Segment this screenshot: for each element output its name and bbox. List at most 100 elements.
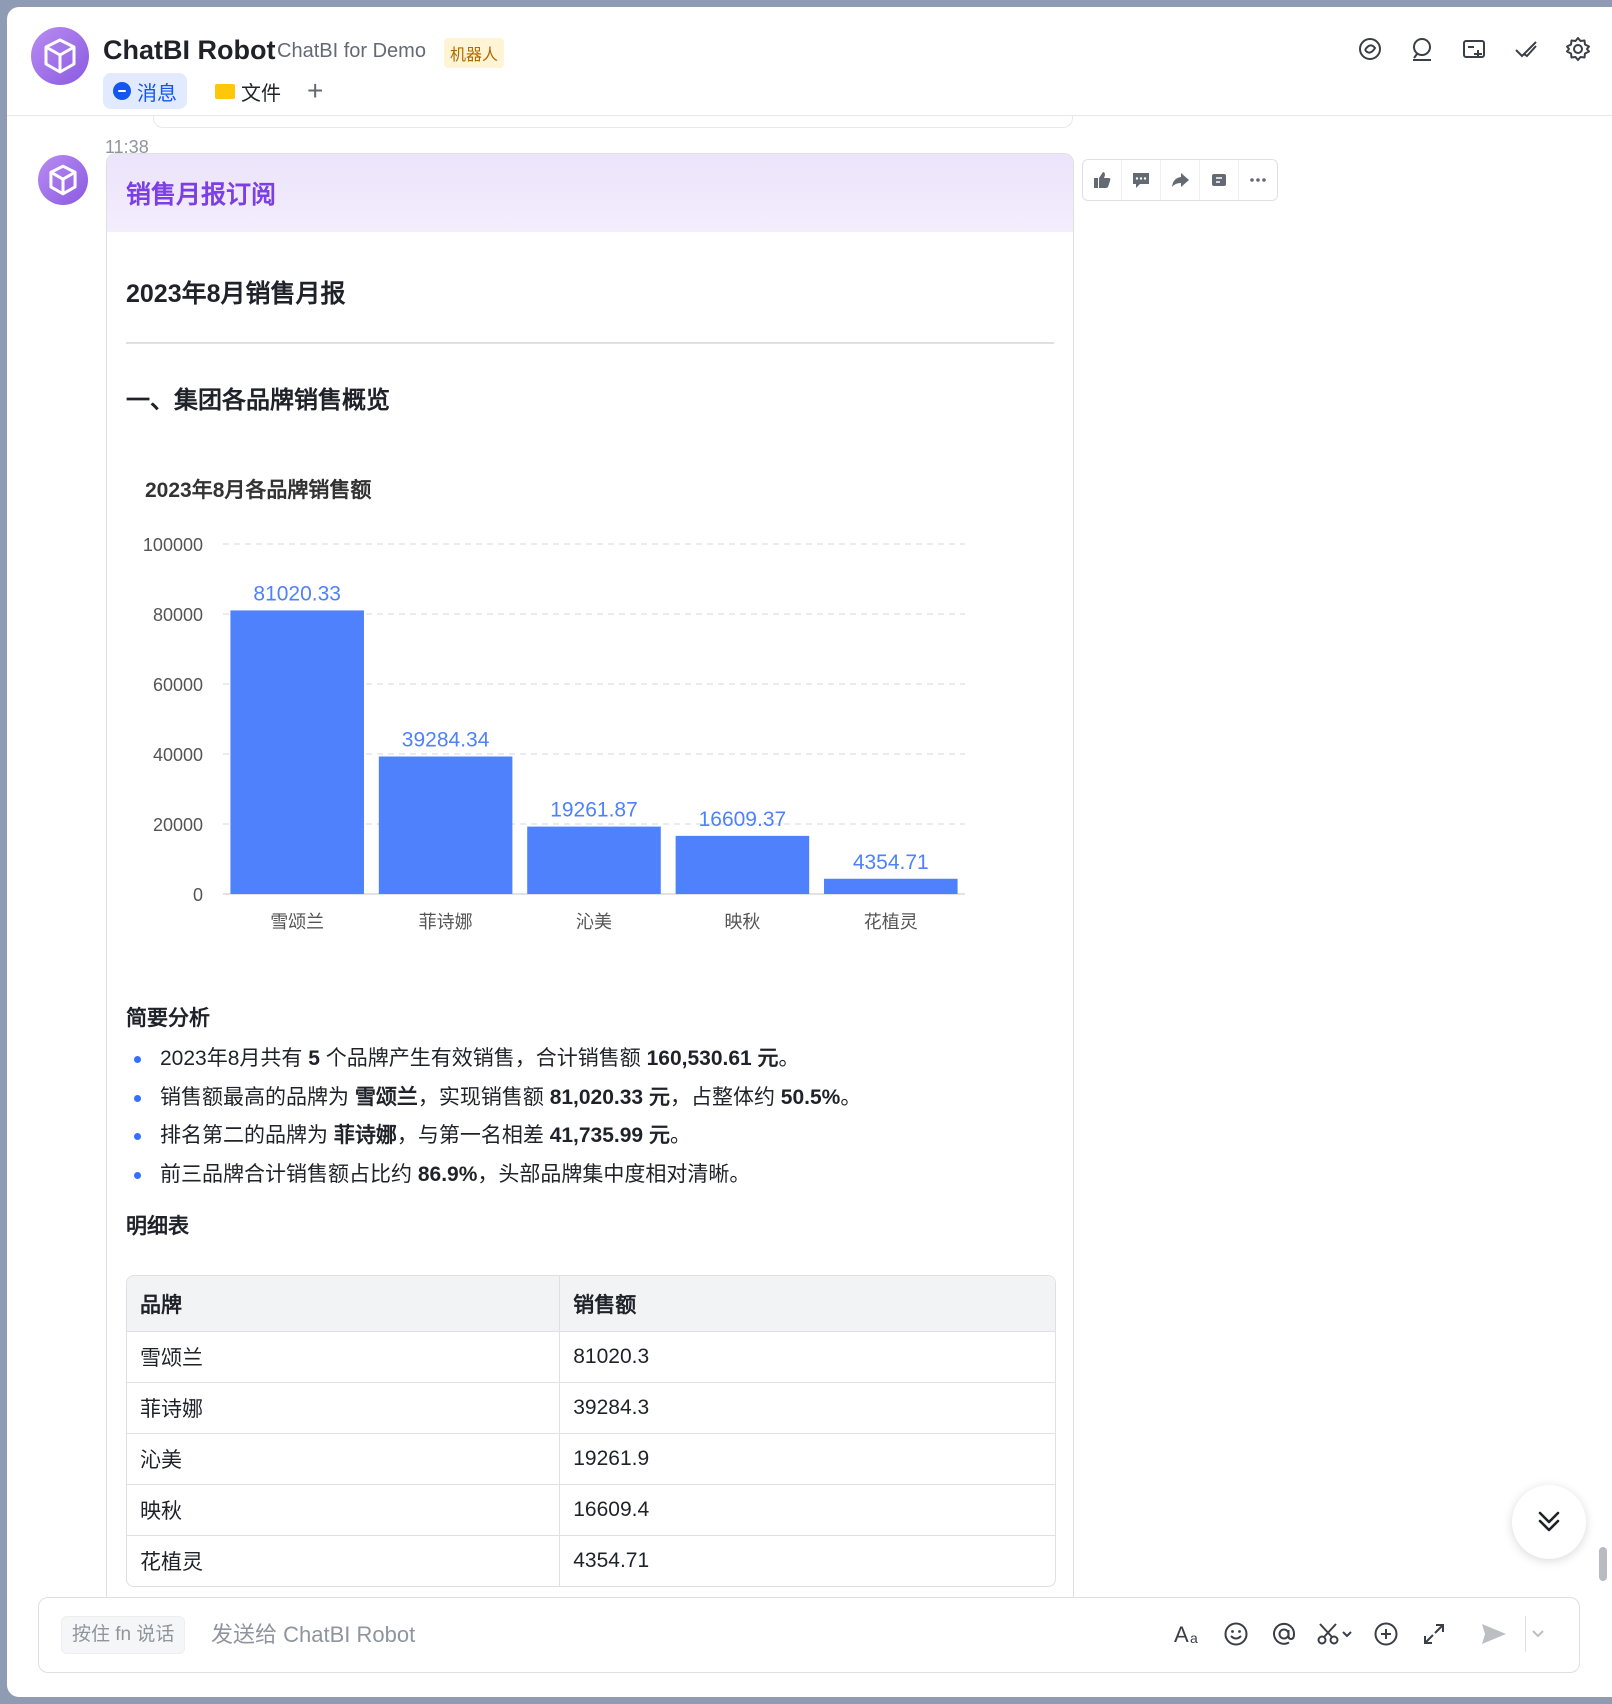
report-card: 销售月报订阅 2023年8月销售月报 一、集团各品牌销售概览 2023年8月各品… bbox=[106, 153, 1074, 1615]
chat-title[interactable]: ChatBI Robot bbox=[103, 35, 275, 66]
y-tick-label: 80000 bbox=[153, 605, 203, 625]
svg-text:a: a bbox=[1190, 1630, 1198, 1646]
message-composer: 按住 fn 说话 Aa bbox=[38, 1597, 1580, 1673]
cell-brand: 雪颂兰 bbox=[127, 1331, 561, 1383]
bar-value-label: 39284.34 bbox=[402, 729, 490, 752]
chat-subtitle: ChatBI for Demo bbox=[277, 40, 426, 62]
bar bbox=[675, 835, 810, 894]
x-tick-label: 映秋 bbox=[724, 912, 760, 932]
message-actions bbox=[1082, 159, 1278, 201]
app-window: ChatBI Robot ChatBI for Demo 机器人 消息 文件 +… bbox=[7, 7, 1612, 1697]
bot-badge: 机器人 bbox=[444, 38, 505, 68]
bar-value-label: 19261.87 bbox=[550, 799, 638, 822]
voice-input-hint[interactable]: 按住 fn 说话 bbox=[61, 1616, 186, 1654]
expand-icon[interactable] bbox=[1417, 1616, 1451, 1652]
previous-message-edge bbox=[153, 115, 1073, 128]
cell-brand: 沁美 bbox=[127, 1433, 561, 1485]
tab-messages-label: 消息 bbox=[137, 82, 177, 105]
thumbs-up-icon[interactable] bbox=[1083, 160, 1122, 200]
analysis-item: 2023年8月共有 5 个品牌产生有效销售，合计销售额 160,530.61 元… bbox=[126, 1040, 861, 1079]
cell-brand: 菲诗娜 bbox=[127, 1382, 561, 1434]
double-chevron-down-icon bbox=[1538, 1511, 1560, 1532]
chat-bubble-icon bbox=[113, 82, 131, 100]
column-header-sales[interactable]: 销售额 bbox=[559, 1276, 1055, 1332]
emoji-icon[interactable] bbox=[1219, 1616, 1253, 1652]
x-tick-label: 雪颂兰 bbox=[270, 912, 324, 932]
bar bbox=[230, 610, 364, 894]
detail-title: 明细表 bbox=[126, 1215, 189, 1238]
tab-files[interactable]: 文件 bbox=[205, 73, 291, 109]
bar-value-label: 81020.33 bbox=[253, 582, 341, 605]
cell-brand: 花植灵 bbox=[127, 1535, 561, 1586]
cube-logo-icon bbox=[44, 38, 76, 74]
send-options-icon[interactable] bbox=[1525, 1616, 1550, 1652]
chart-title: 2023年8月各品牌销售额 bbox=[145, 479, 372, 502]
chat-header: ChatBI Robot ChatBI for Demo 机器人 消息 文件 + bbox=[7, 7, 1612, 116]
bar bbox=[824, 878, 958, 894]
cell-sales: 19261.9 bbox=[559, 1433, 1055, 1485]
chat-history-icon[interactable] bbox=[1354, 33, 1386, 65]
add-tab-button[interactable]: + bbox=[297, 73, 333, 109]
bar-chart: 0 20000 40000 60000 80000 100000 81020.33 雪颂兰 39… bbox=[143, 535, 965, 932]
add-icon[interactable] bbox=[1369, 1616, 1403, 1652]
y-tick-label: 40000 bbox=[153, 745, 203, 765]
cell-sales: 4354.71 bbox=[573, 1549, 650, 1572]
y-tick-label: 0 bbox=[193, 885, 203, 905]
message-input[interactable] bbox=[209, 1612, 913, 1658]
cell-sales: 39284.3 bbox=[559, 1382, 1055, 1434]
tab-messages[interactable]: 消息 bbox=[103, 73, 187, 109]
cell-sales: 81020.3 bbox=[559, 1331, 1055, 1383]
bar bbox=[378, 756, 513, 894]
x-tick-label: 菲诗娜 bbox=[419, 912, 473, 932]
detail-table: 品牌 销售额 雪颂兰 81020.3 菲诗娜 39284.3 沁美 19261.9 映… bbox=[126, 1275, 1056, 1587]
table-row: 沁美 19261.9 bbox=[127, 1433, 1055, 1485]
table-row: 映秋 16609.4 bbox=[127, 1484, 1055, 1536]
font-format-icon[interactable]: Aa bbox=[1171, 1616, 1205, 1652]
composer-tools: Aa bbox=[1171, 1616, 1550, 1652]
table-header-row: 品牌 销售额 bbox=[127, 1276, 1055, 1332]
x-tick-label: 花植灵 bbox=[864, 912, 918, 932]
tab-files-label: 文件 bbox=[241, 82, 281, 105]
folder-icon bbox=[215, 83, 235, 99]
bar-value-label: 16609.37 bbox=[699, 808, 787, 831]
report-title: 2023年8月销售月报 bbox=[126, 280, 346, 308]
quote-icon[interactable] bbox=[1200, 160, 1239, 200]
analysis-title: 简要分析 bbox=[126, 1007, 210, 1030]
scrollbar-thumb[interactable] bbox=[1599, 1547, 1607, 1581]
y-tick-label: 20000 bbox=[153, 815, 203, 835]
header-actions bbox=[1354, 33, 1594, 65]
cell-sales: 16609.4 bbox=[559, 1484, 1055, 1536]
bar-value-label: 4354.71 bbox=[853, 851, 929, 874]
send-icon[interactable] bbox=[1477, 1616, 1511, 1652]
add-tab-icon[interactable] bbox=[1458, 33, 1490, 65]
analysis-list: 2023年8月共有 5 个品牌产生有效销售，合计销售额 160,530.61 元… bbox=[126, 1040, 861, 1194]
section-title: 一、集团各品牌销售概览 bbox=[126, 387, 390, 414]
message-avatar[interactable] bbox=[38, 155, 88, 205]
table-row: 花植灵 4354.71 bbox=[127, 1535, 1055, 1586]
table-row: 菲诗娜 39284.3 bbox=[127, 1382, 1055, 1434]
analysis-item: 排名第二的品牌为 菲诗娜，与第一名相差 41,735.99 元。 bbox=[126, 1117, 861, 1156]
cube-logo-icon bbox=[49, 164, 77, 196]
mention-icon[interactable] bbox=[1267, 1616, 1301, 1652]
analysis-item: 前三品牌合计销售额占比约 86.9%，头部品牌集中度相对清晰。 bbox=[126, 1156, 861, 1195]
y-tick-label: 100000 bbox=[143, 535, 203, 555]
column-header-brand[interactable]: 品牌 bbox=[127, 1276, 561, 1332]
task-done-icon[interactable] bbox=[1510, 33, 1542, 65]
bot-avatar[interactable] bbox=[31, 27, 89, 85]
divider bbox=[126, 342, 1054, 344]
card-title: 销售月报订阅 bbox=[107, 154, 1073, 232]
bar bbox=[527, 826, 661, 894]
scissors-icon[interactable] bbox=[1315, 1616, 1355, 1652]
comment-icon[interactable] bbox=[1122, 160, 1161, 200]
forward-icon[interactable] bbox=[1161, 160, 1200, 200]
more-icon[interactable] bbox=[1239, 160, 1277, 200]
x-tick-label: 沁美 bbox=[576, 912, 612, 932]
search-icon[interactable] bbox=[1406, 33, 1438, 65]
y-tick-label: 60000 bbox=[153, 675, 203, 695]
table-row: 雪颂兰 81020.3 bbox=[127, 1331, 1055, 1383]
cell-brand: 映秋 bbox=[127, 1484, 561, 1536]
svg-text:A: A bbox=[1174, 1622, 1189, 1647]
analysis-item: 销售额最高的品牌为 雪颂兰，实现销售额 81,020.33 元，占整体约 50.… bbox=[126, 1079, 861, 1118]
scroll-to-bottom-button[interactable] bbox=[1512, 1485, 1586, 1559]
settings-icon[interactable] bbox=[1562, 33, 1594, 65]
